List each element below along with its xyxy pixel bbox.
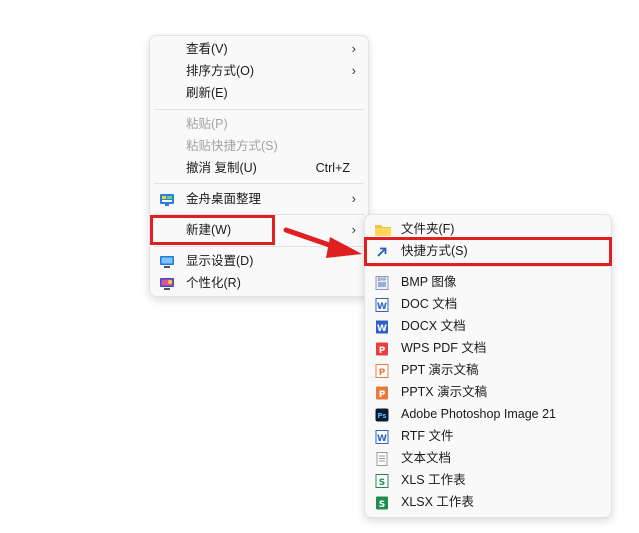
menu-separator [154, 183, 364, 184]
menu-item-label: 粘贴快捷方式(S) [186, 139, 278, 153]
menu-item-label: 查看(V) [186, 42, 228, 56]
menu-item-label: 金舟桌面整理 [186, 192, 262, 206]
menu-separator [154, 109, 364, 110]
submenu-item-label: DOCX 文档 [401, 319, 466, 333]
submenu-item-doc[interactable]: W DOC 文档 [369, 293, 607, 315]
submenu-item-label: 文本文档 [401, 451, 452, 465]
menu-item-label: 撤消 复制(U) [186, 161, 257, 175]
menu-item-label: 排序方式(O) [186, 64, 255, 78]
menu-item-paste: 粘贴(P) [154, 113, 364, 135]
menu-separator [369, 266, 607, 267]
submenu-item-label: DOC 文档 [401, 297, 458, 311]
chevron-right-icon: › [351, 63, 356, 78]
menu-item-shortcut: Ctrl+Z [315, 161, 350, 175]
jinzhou-desktop-icon [160, 192, 174, 206]
svg-text:P: P [379, 368, 386, 378]
submenu-item-label: BMP 图像 [401, 275, 457, 289]
text-document-icon [375, 451, 389, 466]
submenu-item-label: RTF 文件 [401, 429, 454, 443]
xlsx-icon: S [375, 495, 389, 510]
wps-pdf-icon: P [375, 341, 389, 356]
menu-item-label: 粘贴(P) [186, 117, 228, 131]
menu-item-paste-shortcut: 粘贴快捷方式(S) [154, 135, 364, 157]
annotation-arrow-icon [283, 227, 362, 258]
submenu-item-photoshop[interactable]: Ps Adobe Photoshop Image 21 [369, 403, 607, 425]
chevron-right-icon: › [351, 41, 356, 56]
pptx-icon: P [375, 385, 389, 400]
submenu-item-docx[interactable]: W DOCX 文档 [369, 315, 607, 337]
svg-text:P: P [379, 390, 386, 400]
bmp-image-icon: BMP [375, 275, 389, 290]
submenu-item-label: XLS 工作表 [401, 473, 466, 487]
xls-icon: S [375, 473, 389, 488]
rtf-icon: W [375, 429, 389, 444]
submenu-item-label: WPS PDF 文档 [401, 341, 487, 355]
highlight-box-shortcut [364, 237, 612, 266]
highlight-box-new [150, 215, 275, 245]
svg-text:Ps: Ps [377, 412, 386, 420]
submenu-item-label: PPTX 演示文稿 [401, 385, 488, 399]
photoshop-icon: Ps [375, 407, 389, 422]
word-doc-icon: W [375, 297, 389, 312]
folder-icon [375, 222, 391, 236]
submenu-item-label: XLSX 工作表 [401, 495, 474, 509]
menu-item-label: 刷新(E) [186, 86, 228, 100]
word-docx-icon: W [375, 319, 389, 334]
menu-item-undo-copy[interactable]: 撤消 复制(U) Ctrl+Z [154, 157, 364, 179]
ppt-icon: P [375, 363, 389, 378]
menu-item-refresh[interactable]: 刷新(E) [154, 82, 364, 104]
menu-item-personalize[interactable]: 个性化(R) [154, 272, 364, 294]
display-settings-icon [160, 254, 174, 268]
submenu-item-wps-pdf[interactable]: P WPS PDF 文档 [369, 337, 607, 359]
submenu-item-xls[interactable]: S XLS 工作表 [369, 469, 607, 491]
svg-text:W: W [377, 324, 387, 334]
svg-text:W: W [377, 302, 387, 312]
submenu-item-label: Adobe Photoshop Image 21 [401, 407, 556, 421]
submenu-item-label: PPT 演示文稿 [401, 363, 479, 377]
submenu-item-pptx[interactable]: P PPTX 演示文稿 [369, 381, 607, 403]
svg-text:W: W [377, 434, 387, 444]
submenu-item-rtf[interactable]: W RTF 文件 [369, 425, 607, 447]
svg-text:BMP: BMP [378, 277, 387, 282]
chevron-right-icon: › [351, 191, 356, 206]
submenu-item-ppt[interactable]: P PPT 演示文稿 [369, 359, 607, 381]
submenu-item-bmp[interactable]: BMP BMP 图像 [369, 271, 607, 293]
svg-text:P: P [379, 346, 386, 356]
menu-item-label: 个性化(R) [186, 276, 241, 290]
menu-item-view[interactable]: 查看(V) › [154, 38, 364, 60]
submenu-item-text[interactable]: 文本文档 [369, 447, 607, 469]
personalize-icon [160, 276, 174, 290]
svg-text:S: S [379, 500, 385, 510]
svg-text:S: S [379, 478, 385, 488]
menu-item-sort-by[interactable]: 排序方式(O) › [154, 60, 364, 82]
submenu-item-xlsx[interactable]: S XLSX 工作表 [369, 491, 607, 513]
menu-item-label: 显示设置(D) [186, 254, 254, 268]
menu-item-jinzhou-desktop[interactable]: 金舟桌面整理 › [154, 188, 364, 210]
